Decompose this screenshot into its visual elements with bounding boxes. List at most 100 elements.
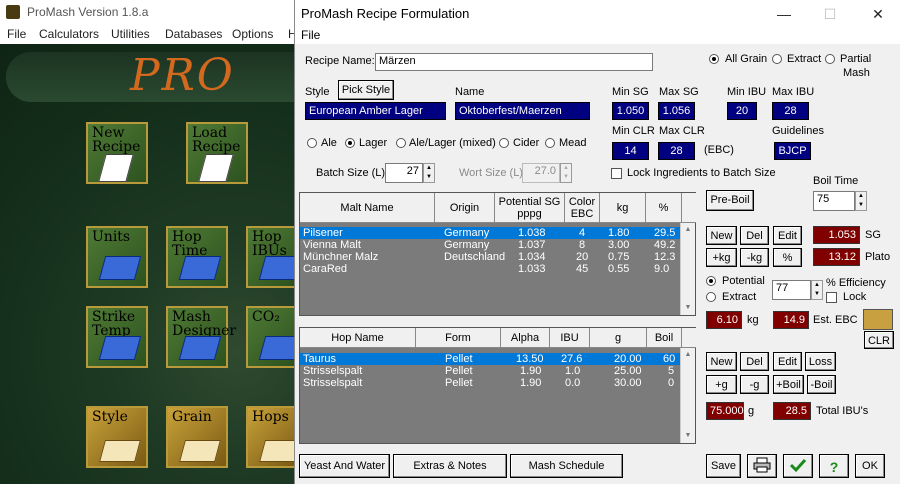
malt-row[interactable]: Pilsener Germany 1.038 4 1.80 29.5 <box>300 227 682 239</box>
hop-row[interactable]: Strisselspalt Pellet 1.90 0.0 30.00 0 <box>300 377 682 389</box>
malt-col-origin[interactable]: Origin <box>435 193 495 223</box>
pro-logo-text: PRO <box>130 50 235 101</box>
wort-size-input[interactable]: 27.0 <box>522 163 560 183</box>
dialog-menu-file[interactable]: File <box>301 28 320 42</box>
extract-radio-efficiency[interactable] <box>706 292 716 302</box>
boil-time-input[interactable]: 75 <box>813 191 855 211</box>
partial-mash-radio[interactable] <box>825 54 835 64</box>
maximize-button[interactable]: ☐ <box>807 0 853 28</box>
malt-col-color[interactable]: Color EBC <box>565 193 600 223</box>
menu-options[interactable]: Options <box>232 27 273 41</box>
wort-size-spinner[interactable]: ▲ ▼ <box>560 163 572 183</box>
hop-col-ibu[interactable]: IBU <box>550 328 590 348</box>
hop-col-name[interactable]: Hop Name <box>300 328 416 348</box>
hop-col-form[interactable]: Form <box>416 328 501 348</box>
hop-ibus-tile[interactable]: Hop IBUs <box>246 226 302 288</box>
malt-edit-button[interactable]: Edit <box>773 226 802 245</box>
malt-col-potential[interactable]: Potential SG pppg <box>495 193 565 223</box>
style-tile[interactable]: Style <box>86 406 148 468</box>
efficiency-lock-checkbox[interactable] <box>826 292 837 303</box>
hop-minus-g-button[interactable]: -g <box>740 375 769 394</box>
guidelines-label: Guidelines <box>772 125 824 137</box>
scroll-down-icon[interactable]: ▼ <box>681 429 695 443</box>
hops-tile[interactable]: Hops <box>246 406 301 468</box>
mash-schedule-button[interactable]: Mash Schedule <box>510 454 623 478</box>
malt-row[interactable]: Vienna Malt Germany 1.037 8 3.00 49.2 <box>300 239 682 251</box>
ok-button[interactable]: OK <box>855 454 885 478</box>
mash-designer-tile[interactable]: Mash Designer <box>166 306 236 368</box>
calculator-icon <box>178 256 222 280</box>
clr-button[interactable]: CLR <box>864 331 894 349</box>
malt-row[interactable]: CaraRed 1.033 45 0.55 9.0 <box>300 263 682 275</box>
boil-time-spinner[interactable]: ▲ ▼ <box>855 191 867 211</box>
all-grain-radio[interactable] <box>709 54 719 64</box>
lager-radio[interactable] <box>345 138 355 148</box>
pre-boil-button[interactable]: Pre-Boil <box>706 190 754 211</box>
malt-minus-kg-button[interactable]: -kg <box>740 248 769 267</box>
hop-row[interactable]: Strisselspalt Pellet 1.90 1.0 25.00 5 <box>300 365 682 377</box>
mead-radio[interactable] <box>545 138 555 148</box>
malt-del-button[interactable]: Del <box>740 226 769 245</box>
hop-plus-boil-button[interactable]: +Boil <box>773 375 804 394</box>
malt-col-name[interactable]: Malt Name <box>300 193 435 223</box>
strike-temp-tile[interactable]: Strike Temp <box>86 306 148 368</box>
load-recipe-tile[interactable]: Load Recipe <box>186 122 248 184</box>
efficiency-input[interactable]: 77 <box>772 280 811 300</box>
menu-databases[interactable]: Databases <box>165 27 222 41</box>
units-tile[interactable]: Units <box>86 226 148 288</box>
grain-tile[interactable]: Grain <box>166 406 228 468</box>
yeast-and-water-button[interactable]: Yeast And Water <box>299 454 390 478</box>
batch-size-spinner[interactable]: ▲ ▼ <box>423 163 435 183</box>
ale-radio[interactable] <box>307 138 317 148</box>
minimize-button[interactable]: — <box>761 0 807 28</box>
hop-new-button[interactable]: New <box>706 352 737 371</box>
hop-loss-button[interactable]: Loss <box>805 352 836 371</box>
menu-calculators[interactable]: Calculators <box>39 27 99 41</box>
max-sg-label: Max SG <box>659 86 699 98</box>
est-ebc-label: Est. EBC <box>813 314 858 326</box>
hop-plus-g-button[interactable]: +g <box>706 375 737 394</box>
malt-plus-kg-button[interactable]: +kg <box>706 248 737 267</box>
malt-row[interactable]: Münchner Malz Deutschland 1.034 20 0.75 … <box>300 251 682 263</box>
check-button[interactable] <box>783 454 813 478</box>
malt-col-kg[interactable]: kg <box>600 193 646 223</box>
hop-edit-button[interactable]: Edit <box>773 352 802 371</box>
cider-radio[interactable] <box>499 138 509 148</box>
malt-grid-scrollbar[interactable]: ▲ ▼ <box>680 223 695 315</box>
lock-ingredients-checkbox[interactable] <box>611 168 622 179</box>
new-recipe-tile[interactable]: New Recipe <box>86 122 148 184</box>
recipe-name-input[interactable]: Märzen <box>375 53 653 71</box>
ale-label: Ale <box>321 137 337 149</box>
co2-tile[interactable]: CO₂ <box>246 306 302 368</box>
hop-minus-boil-button[interactable]: -Boil <box>807 375 836 394</box>
scroll-down-icon[interactable]: ▼ <box>681 301 695 315</box>
hop-col-g[interactable]: g <box>590 328 647 348</box>
ale-lager-mixed-radio[interactable] <box>396 138 406 148</box>
batch-size-input[interactable]: 27 <box>385 163 423 183</box>
extras-notes-button[interactable]: Extras & Notes <box>393 454 507 478</box>
hop-grid-scrollbar[interactable]: ▲ ▼ <box>680 348 695 443</box>
close-button[interactable]: ✕ <box>855 0 900 28</box>
scroll-up-icon[interactable]: ▲ <box>681 348 695 362</box>
est-ebc-value: 14.9 <box>773 311 809 329</box>
menu-file[interactable]: File <box>7 27 26 41</box>
dialog-titlebar: ProMash Recipe Formulation — ☐ ✕ <box>295 0 900 28</box>
pick-style-button[interactable]: Pick Style <box>338 80 394 100</box>
hop-del-button[interactable]: Del <box>740 352 769 371</box>
efficiency-spinner[interactable]: ▲ ▼ <box>811 280 823 300</box>
save-button[interactable]: Save <box>706 454 741 478</box>
hop-time-tile[interactable]: Hop Time <box>166 226 228 288</box>
hop-col-boil[interactable]: Boil <box>647 328 682 348</box>
menu-utilities[interactable]: Utilities <box>111 27 150 41</box>
help-button[interactable]: ? <box>819 454 849 478</box>
potential-radio[interactable] <box>706 276 716 286</box>
hop-row[interactable]: Taurus Pellet 13.50 27.6 20.00 60 <box>300 353 682 365</box>
malt-percent-button[interactable]: % <box>773 248 802 267</box>
all-grain-label: All Grain <box>725 53 768 65</box>
print-button[interactable] <box>747 454 777 478</box>
hop-col-alpha[interactable]: Alpha <box>501 328 550 348</box>
malt-col-pct[interactable]: % <box>646 193 682 223</box>
malt-new-button[interactable]: New <box>706 226 737 245</box>
scroll-up-icon[interactable]: ▲ <box>681 223 695 237</box>
extract-radio[interactable] <box>772 54 782 64</box>
